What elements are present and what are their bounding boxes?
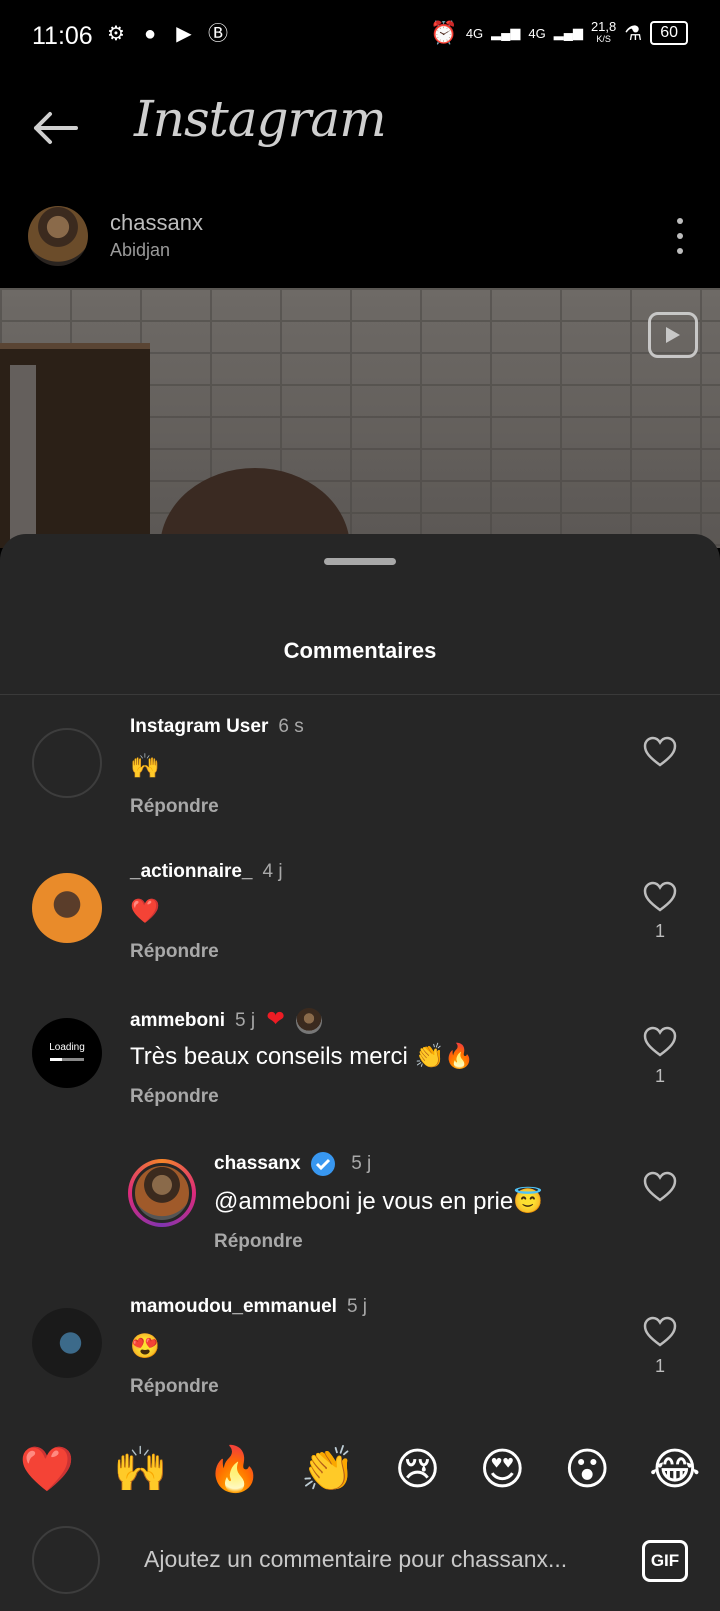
emoji-button[interactable]: 🙌 — [113, 1443, 168, 1495]
battery-indicator: 60 — [650, 21, 688, 45]
comment-avatar[interactable] — [32, 1308, 102, 1378]
app-bar: Instagram — [0, 72, 720, 188]
heart-icon[interactable] — [643, 881, 677, 913]
comment-username[interactable]: Instagram User — [130, 716, 268, 737]
comment-avatar[interactable] — [32, 728, 102, 798]
comment-username[interactable]: chassanx — [214, 1153, 301, 1174]
comment-item: mamoudou_emmanuel 5 j 😍 Répondre 1 — [0, 1286, 720, 1416]
network-label-2: 4G — [528, 25, 546, 41]
like-count: 1 — [654, 1356, 665, 1376]
comment-avatar — [132, 1163, 192, 1223]
reply-button[interactable]: Répondre — [130, 1086, 219, 1108]
heart-icon[interactable] — [643, 736, 677, 768]
b-icon: Ⓑ — [208, 23, 228, 45]
status-bar: 11:06 ⚙ ● ▶ Ⓑ ⏰ 4G ▂▄▆ 4G ▂▄▆ 21,8 K/S ⚗… — [0, 0, 720, 72]
comment-time: 6 s — [278, 716, 304, 737]
comment-input[interactable]: Ajoutez un commentaire pour chassanx... — [144, 1546, 567, 1573]
reels-icon — [648, 312, 698, 358]
reply-comment-item: chassanx 5 j @ammeboni je vous en prie😇 … — [0, 1141, 720, 1271]
network-label-1: 4G — [465, 25, 484, 41]
avatar-loading-bar — [50, 1058, 84, 1061]
signal-icon: ▂▄▆ — [491, 25, 521, 40]
signal-icon: ▂▄▆ — [553, 25, 583, 40]
comment-text: Très beaux conseils merci 👏🔥 — [130, 1043, 475, 1070]
speed: 21,8 K/S — [590, 19, 617, 45]
avatar-loading-text: Loading — [49, 1042, 85, 1053]
emoji-button[interactable]: 👏 — [301, 1443, 356, 1495]
comment-item: Instagram User 6 s 🙌 Répondre — [0, 706, 720, 836]
comment-composer: Ajoutez un commentaire pour chassanx... … — [0, 1514, 720, 1611]
comment-text: ❤️ — [130, 898, 160, 925]
emoji-button[interactable]: 😮 — [564, 1444, 610, 1495]
post-location[interactable]: Abidjan — [110, 240, 170, 261]
speed-unit: K/S — [596, 34, 611, 44]
like-count: 1 — [654, 1066, 665, 1086]
emoji-button[interactable]: 😍 — [479, 1444, 525, 1495]
chat-icon: ● — [143, 23, 157, 45]
instagram-logo: Instagram — [134, 90, 387, 148]
comment-time: 5 j — [346, 1296, 368, 1317]
sheet-drag-handle[interactable] — [324, 558, 396, 565]
reply-button[interactable]: Répondre — [130, 1376, 219, 1398]
flask-icon: ⚗ — [624, 22, 643, 45]
gif-button[interactable]: GIF — [642, 1540, 688, 1582]
heart-icon[interactable] — [643, 1316, 677, 1348]
comment-username[interactable]: mamoudou_emmanuel — [130, 1296, 337, 1317]
heart-icon[interactable] — [643, 1026, 677, 1058]
comment-meta: Instagram User 6 s — [130, 716, 304, 738]
comment-text: 😍 — [130, 1333, 160, 1360]
heart-icon[interactable] — [643, 1171, 677, 1203]
post-author-avatar[interactable] — [28, 206, 88, 266]
comment-meta: ammeboni 5 j ❤ — [130, 1006, 323, 1034]
status-right: ⏰ 4G ▂▄▆ 4G ▂▄▆ 21,8 K/S ⚗ 60 — [430, 20, 688, 46]
comment-avatar[interactable]: Loading — [32, 1018, 102, 1088]
gear-icon: ⚙ — [107, 23, 125, 45]
comment-meta: mamoudou_emmanuel 5 j — [130, 1296, 367, 1318]
reply-button[interactable]: Répondre — [130, 796, 219, 818]
comment-text: 🙌 — [130, 753, 160, 780]
more-options-icon[interactable] — [676, 218, 684, 254]
emoji-quick-bar: ❤️ 🙌 🔥 👏 😢 😍 😮 😂 — [0, 1424, 720, 1514]
post-media[interactable] — [0, 288, 720, 548]
divider — [0, 694, 720, 695]
comment-avatar[interactable] — [32, 873, 102, 943]
reply-button[interactable]: Répondre — [130, 941, 219, 963]
emoji-button[interactable]: 😢 — [395, 1444, 441, 1495]
comments-title: Commentaires — [283, 638, 437, 663]
comment-username[interactable]: _actionnaire_ — [130, 861, 253, 882]
comment-item: Loading ammeboni 5 j ❤ Très beaux conseil… — [0, 996, 720, 1126]
post-header: chassanx Abidjan — [0, 188, 720, 288]
emoji-button[interactable]: 🔥 — [207, 1443, 262, 1495]
emoji-button[interactable]: 😂 — [649, 1444, 700, 1495]
reply-button[interactable]: Répondre — [214, 1231, 303, 1253]
status-left-icons: ⚙ ● ▶ Ⓑ — [104, 22, 230, 46]
comment-time: 5 j — [235, 1010, 256, 1031]
current-user-avatar — [32, 1526, 100, 1594]
comment-text: @ammeboni je vous en prie😇 — [214, 1188, 544, 1215]
emoji-button[interactable]: ❤️ — [19, 1443, 74, 1495]
comment-meta: chassanx 5 j — [214, 1151, 371, 1177]
comment-time: 5 j — [351, 1153, 372, 1175]
cabinet-image — [0, 343, 150, 548]
creator-liked-avatar — [296, 1007, 323, 1034]
verified-badge-icon — [310, 1152, 335, 1176]
youtube-icon: ▶ — [176, 23, 192, 45]
comment-item: _actionnaire_ 4 j ❤️ Répondre 1 — [0, 851, 720, 981]
creator-liked-heart-icon: ❤ — [266, 1006, 285, 1031]
comment-username[interactable]: ammeboni — [130, 1010, 225, 1031]
like-count: 1 — [654, 921, 665, 941]
back-arrow-icon[interactable] — [30, 108, 80, 148]
comment-time: 4 j — [262, 861, 283, 882]
alarm-icon: ⏰ — [430, 20, 458, 45]
status-time: 11:06 — [32, 22, 93, 50]
speed-value: 21,8 — [590, 19, 617, 34]
post-author-username[interactable]: chassanx — [110, 210, 203, 236]
comment-meta: _actionnaire_ 4 j — [130, 861, 283, 883]
comment-avatar-story-ring[interactable] — [128, 1159, 196, 1227]
